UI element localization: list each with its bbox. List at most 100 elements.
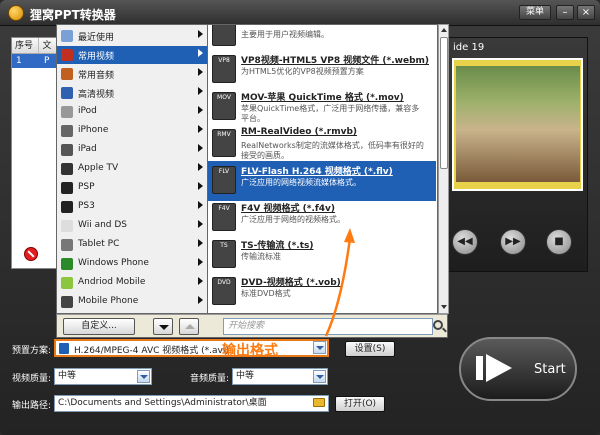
fast-forward-icon[interactable]: ▶▶ — [500, 229, 526, 255]
category-icon — [61, 106, 73, 118]
preset-label: 预置方案: — [12, 346, 52, 356]
category-icon — [61, 258, 73, 270]
settings-button[interactable]: 设置(S) — [345, 341, 395, 357]
slide-photo — [456, 66, 580, 182]
chevron-right-icon — [198, 144, 203, 152]
stop-icon[interactable]: ■ — [546, 229, 572, 255]
format-item[interactable]: FLV FLV-Flash H.264 视频格式 (*.flv) 广泛应用的网络视频… — [208, 161, 436, 201]
row-index: 1 — [16, 56, 22, 66]
category-label: iPad — [78, 144, 97, 154]
category-label: 高清视频 — [78, 90, 115, 100]
category-item[interactable]: Mobile Phone — [57, 293, 207, 311]
category-item[interactable]: 常用音频 — [57, 65, 207, 83]
preset-select[interactable]: H.264/MPEG-4 AVC 视频格式 (*.avi) — [54, 339, 329, 357]
audio-quality-label: 音频质量: — [190, 374, 230, 384]
category-icon — [61, 87, 73, 99]
category-label: 常用视频 — [78, 52, 115, 62]
category-item[interactable]: Apple TV — [57, 160, 207, 178]
category-label: PSP — [78, 182, 95, 192]
format-description: 为HTML5优化的VP8视频预置方案 — [241, 67, 364, 76]
category-icon — [61, 239, 73, 251]
format-scrollbar[interactable] — [438, 24, 449, 314]
format-item[interactable]: 主要用于用户视频编辑。 — [208, 25, 436, 53]
film-icon: VP8 — [212, 55, 236, 83]
minimize-button[interactable]: – — [556, 5, 574, 20]
category-icon — [61, 125, 73, 137]
menu-button[interactable]: 菜单 — [519, 5, 551, 20]
video-quality-label: 视频质量: — [12, 374, 52, 384]
category-item[interactable]: Wii and DS — [57, 217, 207, 235]
format-description: 主要用于用户视频编辑。 — [241, 30, 329, 39]
category-label: iPod — [78, 106, 97, 116]
folder-icon[interactable] — [313, 398, 325, 407]
format-description: RealNetworks制定的流媒体格式，低码率有很好的接受的画质。 — [241, 141, 424, 160]
category-item[interactable]: iPod — [57, 103, 207, 121]
start-arrow-icon — [476, 354, 512, 382]
category-item[interactable]: iPhone — [57, 122, 207, 140]
category-item[interactable]: 最近使用 — [57, 27, 207, 45]
video-quality-dropdown-icon[interactable] — [137, 370, 150, 383]
category-icon — [61, 30, 73, 42]
scroll-up-icon[interactable] — [440, 26, 448, 35]
chevron-right-icon — [198, 87, 203, 95]
chevron-right-icon — [198, 68, 203, 76]
category-item[interactable]: Andriod Mobile — [57, 274, 207, 292]
preset-dropdown-icon[interactable] — [313, 341, 326, 354]
move-down-icon[interactable] — [153, 318, 173, 335]
output-path-label: 输出路径: — [12, 401, 52, 411]
format-title: F4V 视频格式 (*.f4v) — [241, 204, 336, 214]
format-item[interactable]: VP8 VP8视频-HTML5 VP8 视频文件 (*.webm) 为HTML5优化… — [208, 50, 436, 90]
chevron-right-icon — [198, 239, 203, 247]
chevron-right-icon — [198, 106, 203, 114]
category-icon — [61, 144, 73, 156]
row-name: P — [44, 56, 50, 66]
start-label: Start — [534, 362, 566, 377]
category-label: Windows Phone — [78, 258, 149, 268]
film-icon — [212, 25, 236, 46]
output-format-annotation: 输出格式 — [222, 343, 278, 359]
chevron-right-icon — [198, 182, 203, 190]
category-label: iPhone — [78, 125, 109, 135]
category-icon — [61, 68, 73, 80]
category-item[interactable]: Tablet PC — [57, 236, 207, 254]
video-format-icon — [59, 343, 69, 354]
category-icon — [61, 182, 73, 194]
format-title: RM-RealVideo (*.rmvb) — [241, 127, 358, 137]
category-label: Wii and DS — [78, 220, 127, 230]
category-item[interactable]: 常用视频 — [57, 46, 207, 64]
chevron-right-icon — [198, 163, 203, 171]
scroll-thumb[interactable] — [440, 37, 448, 169]
remove-file-icon[interactable] — [24, 247, 38, 261]
close-button[interactable]: × — [577, 5, 595, 20]
chevron-right-icon — [198, 201, 203, 209]
format-item[interactable]: RMV RM-RealVideo (*.rmvb) RealNetworks制定的流… — [208, 124, 436, 164]
format-title: MOV-苹果 QuickTime 格式 (*.mov) — [241, 93, 404, 103]
format-description: 苹果QuickTime格式，广泛用于网络传播，兼容多平台。 — [241, 104, 420, 123]
menu-toolbar: 自定义... 开始搜索 — [56, 314, 448, 338]
category-item[interactable]: iPad — [57, 141, 207, 159]
format-title: FLV-Flash H.264 视频格式 (*.flv) — [241, 167, 393, 177]
film-icon: MOV — [212, 92, 236, 120]
chevron-right-icon — [198, 277, 203, 285]
scroll-down-icon[interactable] — [440, 303, 448, 312]
category-icon — [61, 220, 73, 232]
open-button[interactable]: 打开(O) — [335, 396, 385, 412]
category-icon — [61, 296, 73, 308]
audio-quality-dropdown-icon[interactable] — [313, 370, 326, 383]
chevron-right-icon — [198, 258, 203, 266]
format-item[interactable]: MOV MOV-苹果 QuickTime 格式 (*.mov) 苹果QuickTim… — [208, 87, 436, 127]
category-label: Apple TV — [78, 163, 119, 173]
category-item[interactable]: 高清视频 — [57, 84, 207, 102]
category-menu[interactable]: 最近使用常用视频常用音频高清视频 iPod iPhone iPad Apple TV PS… — [56, 24, 208, 314]
category-item[interactable]: PS3 — [57, 198, 207, 216]
category-icon — [61, 277, 73, 289]
category-item[interactable]: Windows Phone — [57, 255, 207, 273]
format-description: 广泛应用的网络视频流媒体格式。 — [241, 178, 361, 187]
category-item[interactable]: PSP — [57, 179, 207, 197]
custom-button[interactable]: 自定义... — [63, 318, 135, 335]
output-path-input[interactable]: C:\Documents and Settings\Administrator\… — [54, 395, 329, 412]
column-header-index: 序号 — [12, 38, 40, 53]
move-up-icon[interactable] — [179, 318, 199, 335]
search-icon[interactable] — [433, 320, 443, 330]
rewind-icon[interactable]: ◀◀ — [452, 229, 478, 255]
